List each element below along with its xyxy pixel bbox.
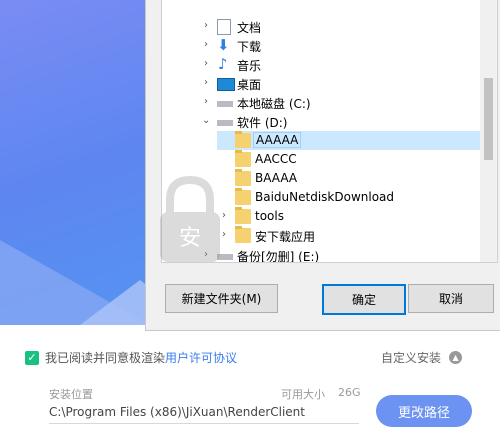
tree-item-label: 本地磁盘 (C:) (237, 97, 311, 111)
svg-text:安: 安 (179, 226, 201, 251)
tree-item-folder-aaaaa[interactable]: AAAAA (217, 131, 480, 150)
watermark-logo-icon: 安 (160, 175, 220, 262)
available-size-label: 可用大小 (281, 388, 325, 401)
tree-item-music[interactable]: › ♪ 音乐 (162, 55, 480, 74)
tree-item-label: 桌面 (237, 78, 262, 92)
folder-icon (235, 150, 251, 167)
tree-item-label: BaiduNetdiskDownload (255, 190, 395, 204)
custom-install-toggle[interactable]: 自定义安装 ▲ (381, 349, 463, 366)
custom-install-label: 自定义安装 (381, 351, 442, 365)
chevron-right-icon[interactable]: › (202, 20, 210, 31)
license-link[interactable]: 用户许可协议 (165, 349, 237, 366)
tree-scrollbar[interactable] (480, 0, 497, 262)
folder-browse-dialog: › 文档 › ⬇ 下载 › ♪ 音乐 › 桌面 › 本地磁盘 (C:) ⌄ 软件… (145, 0, 500, 331)
tree-item-label: 文档 (237, 21, 262, 35)
tree-item-label: 安下载应用 (255, 230, 316, 244)
tree-item-label: AACCC (255, 152, 297, 166)
tree-item-desktop[interactable]: › 桌面 (162, 74, 480, 93)
tree-item-drive-d[interactable]: ⌄ 软件 (D:) (162, 112, 480, 131)
folder-icon (235, 131, 251, 148)
desktop-icon (217, 78, 235, 91)
tree-item-drive-c[interactable]: › 本地磁盘 (C:) (162, 93, 480, 112)
tree-item-label: AAAAA (253, 132, 302, 148)
tree-item-label: BAAAA (255, 171, 298, 185)
chevron-right-icon[interactable]: › (202, 77, 210, 88)
tree-item-folder-aaccc[interactable]: AACCC (162, 150, 480, 169)
install-location-label: 安装位置 (49, 388, 93, 401)
chevron-down-icon[interactable]: ⌄ (202, 115, 210, 126)
tree-item-label: 下载 (237, 40, 262, 54)
agree-text: 我已阅读并同意极渲染 (45, 351, 166, 365)
license-agreement: ✓ 我已阅读并同意极渲染 用户许可协议 (25, 349, 237, 366)
new-folder-button[interactable]: 新建文件夹(M) (165, 284, 278, 313)
chevron-right-icon[interactable]: › (202, 58, 210, 69)
music-icon: ♪ (218, 55, 228, 73)
available-size-value: 26G (338, 386, 361, 399)
agree-checkbox[interactable]: ✓ (25, 350, 39, 365)
chevron-up-icon[interactable]: ▲ (449, 351, 463, 364)
install-path-field[interactable]: C:\Program Files (x86)\JiXuan\RenderClie… (49, 405, 359, 424)
tree-item-label: tools (255, 209, 284, 223)
drive-icon (217, 101, 233, 107)
chevron-right-icon[interactable]: › (202, 96, 210, 107)
chevron-right-icon[interactable]: › (202, 39, 210, 50)
tree-item-label: 软件 (D:) (237, 116, 288, 130)
document-icon (217, 19, 231, 35)
tree-item-downloads[interactable]: › ⬇ 下载 (162, 36, 480, 55)
tree-item-documents[interactable]: › 文档 (162, 17, 480, 36)
download-icon: ⬇ (217, 36, 230, 54)
cancel-button[interactable]: 取消 (408, 284, 494, 313)
change-path-button[interactable]: 更改路径 (376, 395, 472, 427)
scroll-thumb[interactable] (484, 78, 493, 160)
tree-item-label: 音乐 (237, 59, 262, 73)
drive-icon (217, 120, 233, 126)
ok-button[interactable]: 确定 (322, 284, 406, 315)
